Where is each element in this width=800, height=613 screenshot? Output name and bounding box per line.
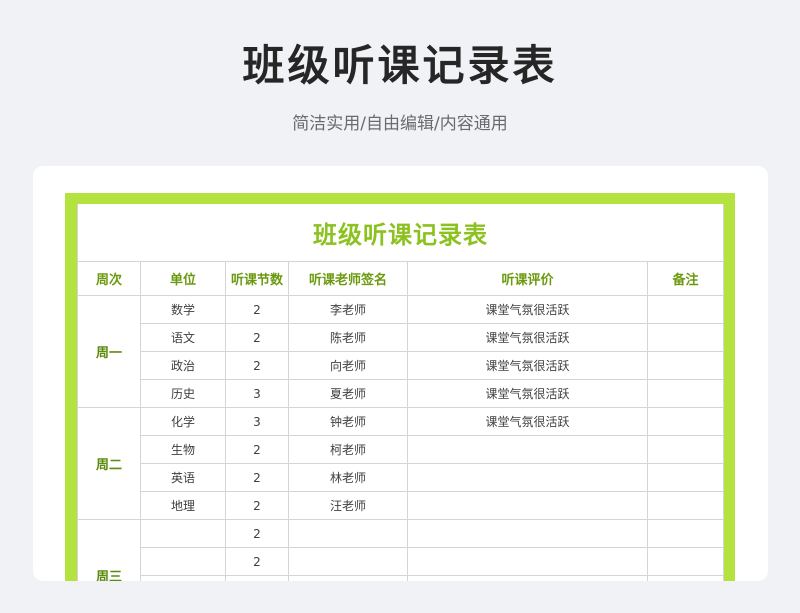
unit-cell[interactable]	[140, 575, 226, 581]
table-row: 地理 2 汪老师	[78, 491, 725, 520]
teacher-cell[interactable]: 汪老师	[288, 491, 408, 520]
note-cell[interactable]	[646, 575, 725, 581]
teacher-cell[interactable]	[288, 575, 408, 581]
column-header-unit: 单位	[140, 261, 226, 296]
review-cell[interactable]: 课堂气氛很活跃	[407, 379, 648, 408]
table-row: 2	[78, 547, 725, 576]
note-cell[interactable]	[646, 463, 725, 492]
teacher-cell[interactable]: 李老师	[288, 295, 408, 324]
page-subtitle: 简洁实用/自由编辑/内容通用	[292, 114, 508, 134]
note-cell[interactable]	[646, 547, 725, 576]
table-row: 政治 2 向老师 课堂气氛很活跃	[78, 351, 725, 380]
teacher-cell[interactable]	[288, 519, 408, 548]
teacher-cell[interactable]: 向老师	[288, 351, 408, 380]
note-cell[interactable]	[646, 435, 725, 464]
spreadsheet: 班级听课记录表 周次 单位 听课节数 听课老师签名 听课评价 备注 周一 数学 2 李…	[76, 204, 725, 581]
note-cell[interactable]	[646, 323, 725, 352]
preview-card: 班级听课记录表 周次 单位 听课节数 听课老师签名 听课评价 备注 周一 数学 2 李…	[33, 166, 768, 581]
table-title: 班级听课记录表	[76, 204, 725, 262]
review-cell[interactable]	[407, 463, 648, 492]
review-cell[interactable]	[407, 519, 648, 548]
unit-cell[interactable]	[140, 519, 226, 548]
review-cell[interactable]: 课堂气氛很活跃	[407, 323, 648, 352]
table-row: 周二 化学 3 钟老师 课堂气氛很活跃	[77, 407, 725, 520]
review-cell[interactable]	[407, 547, 648, 576]
column-header-teacher: 听课老师签名	[288, 261, 408, 296]
unit-cell[interactable]: 地理	[140, 491, 226, 520]
unit-cell[interactable]: 化学	[140, 407, 226, 436]
week-cell: 周一	[77, 295, 141, 408]
review-cell[interactable]	[407, 435, 648, 464]
table-row: 周三 2	[77, 519, 725, 581]
count-cell[interactable]: 2	[225, 491, 289, 520]
count-cell[interactable]	[225, 575, 289, 581]
column-header-note: 备注	[646, 261, 725, 296]
note-cell[interactable]	[646, 491, 725, 520]
count-cell[interactable]: 2	[225, 547, 289, 576]
review-cell[interactable]: 课堂气氛很活跃	[407, 351, 648, 380]
count-cell[interactable]: 2	[225, 519, 289, 548]
teacher-cell[interactable]	[288, 547, 408, 576]
review-cell[interactable]: 课堂气氛很活跃	[407, 295, 648, 324]
table-row: 周一 数学 2 李老师 课堂气氛很活跃	[77, 295, 725, 408]
unit-cell[interactable]	[140, 547, 226, 576]
note-cell[interactable]	[646, 295, 725, 324]
table-row: 生物 2 柯老师	[78, 435, 725, 464]
teacher-cell[interactable]: 钟老师	[288, 407, 408, 436]
count-cell[interactable]: 2	[225, 323, 289, 352]
unit-cell[interactable]: 历史	[140, 379, 226, 408]
table-header-row: 周次 单位 听课节数 听课老师签名 听课评价 备注	[77, 261, 725, 296]
week-cell: 周三	[77, 519, 141, 581]
unit-cell[interactable]: 数学	[140, 295, 226, 324]
note-cell[interactable]	[646, 351, 725, 380]
review-cell[interactable]: 课堂气氛很活跃	[407, 407, 648, 436]
count-cell[interactable]: 3	[225, 379, 289, 408]
teacher-cell[interactable]: 夏老师	[288, 379, 408, 408]
note-cell[interactable]	[646, 379, 725, 408]
column-header-count: 听课节数	[225, 261, 289, 296]
table-row: 历史 3 夏老师 课堂气氛很活跃	[78, 379, 725, 408]
table-row	[78, 575, 725, 581]
count-cell[interactable]: 2	[225, 295, 289, 324]
unit-cell[interactable]: 语文	[140, 323, 226, 352]
lesson-record-table: 班级听课记录表 周次 单位 听课节数 听课老师签名 听课评价 备注 周一 数学 2 李…	[76, 204, 725, 581]
table-row: 语文 2 陈老师 课堂气氛很活跃	[78, 323, 725, 352]
count-cell[interactable]: 2	[225, 351, 289, 380]
table-title-row: 班级听课记录表	[76, 204, 725, 262]
column-header-week: 周次	[77, 261, 141, 296]
page-title: 班级听课记录表	[242, 41, 558, 90]
spreadsheet-frame: 班级听课记录表 周次 单位 听课节数 听课老师签名 听课评价 备注 周一 数学 2 李…	[65, 193, 735, 581]
note-cell[interactable]	[646, 407, 725, 436]
teacher-cell[interactable]: 陈老师	[288, 323, 408, 352]
unit-cell[interactable]: 政治	[140, 351, 226, 380]
review-cell[interactable]	[407, 575, 648, 581]
teacher-cell[interactable]: 林老师	[288, 463, 408, 492]
count-cell[interactable]: 2	[225, 435, 289, 464]
count-cell[interactable]: 3	[225, 407, 289, 436]
week-cell: 周二	[77, 407, 141, 520]
column-header-review: 听课评价	[407, 261, 648, 296]
table-row: 英语 2 林老师	[78, 463, 725, 492]
review-cell[interactable]	[407, 491, 648, 520]
teacher-cell[interactable]: 柯老师	[288, 435, 408, 464]
note-cell[interactable]	[646, 519, 725, 548]
unit-cell[interactable]: 英语	[140, 463, 226, 492]
unit-cell[interactable]: 生物	[140, 435, 226, 464]
count-cell[interactable]: 2	[225, 463, 289, 492]
